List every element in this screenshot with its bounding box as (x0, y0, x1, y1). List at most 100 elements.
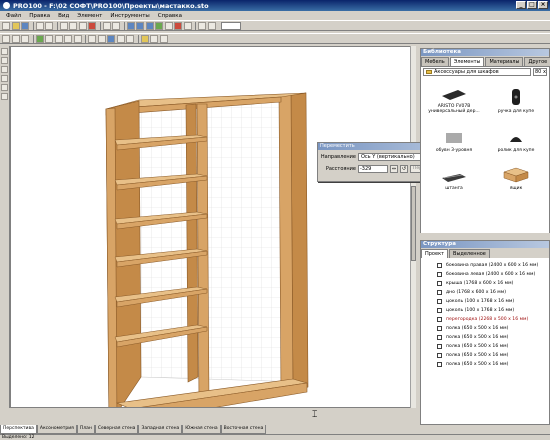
structure-item[interactable]: полка (650 x 500 x 16 мм) (421, 360, 549, 369)
visibility-checkbox[interactable] (437, 335, 442, 340)
align-right-icon[interactable] (54, 34, 63, 43)
library-item-shoe-rack[interactable]: обувн 3-уровня (423, 116, 485, 154)
menu-tools[interactable]: Инструменты (106, 13, 153, 19)
tab-plan[interactable]: План (76, 425, 95, 434)
tab-east-wall[interactable]: Восточная стена (220, 425, 267, 434)
minimize-button[interactable]: _ (516, 1, 526, 9)
structure-item[interactable]: крыша (1768 x 600 x 16 мм) (421, 279, 549, 288)
zoom-in-icon[interactable] (198, 21, 206, 30)
zoom-level-input[interactable] (221, 21, 241, 30)
new-file-icon[interactable] (2, 21, 10, 30)
wireframe-icon[interactable] (164, 21, 173, 30)
thumbnail-size-select[interactable]: 80 x (533, 67, 547, 76)
align-top-icon[interactable] (64, 34, 72, 43)
hand-tool-icon[interactable] (1, 57, 8, 64)
view-front-icon[interactable] (126, 21, 135, 30)
open-folder-icon[interactable] (11, 21, 20, 30)
menu-element[interactable]: Элемент (73, 13, 106, 19)
redo-icon[interactable] (112, 21, 120, 30)
structure-item[interactable]: боковина правая (2400 x 600 x 16 мм) (421, 261, 549, 270)
library-item-drawer[interactable]: ящик (485, 155, 547, 193)
menu-view[interactable]: Вид (54, 13, 73, 19)
tab-perspective[interactable]: Перспектива (0, 425, 37, 434)
viewport-scrollbar[interactable] (410, 46, 416, 408)
tab-north-wall[interactable]: Северная стена (94, 425, 139, 434)
library-item-roller[interactable]: ролик для купе (485, 116, 547, 154)
print-preview-icon[interactable] (45, 21, 53, 30)
walk-tool-icon[interactable] (1, 84, 8, 91)
tab-other[interactable]: Другое (524, 57, 550, 66)
shadow-icon[interactable] (183, 21, 192, 30)
measure-distance-icon[interactable]: ⇔ (390, 165, 398, 173)
zoom-tool-icon[interactable] (1, 75, 8, 82)
pointer-tool-icon[interactable] (1, 48, 8, 55)
structure-item[interactable]: цоколь (100 x 1768 x 16 мм) (421, 306, 549, 315)
tab-axonometry[interactable]: Аксонометрия (36, 425, 77, 434)
visibility-checkbox[interactable] (437, 281, 442, 286)
material-icon[interactable] (140, 34, 149, 43)
wardrobe-model[interactable] (11, 47, 416, 408)
tab-project[interactable]: Проект (421, 249, 449, 258)
visibility-checkbox[interactable] (437, 344, 442, 349)
tab-materials[interactable]: Материалы (485, 57, 524, 66)
visibility-checkbox[interactable] (437, 308, 442, 313)
close-button[interactable]: × (538, 1, 548, 9)
3d-viewport[interactable] (10, 46, 416, 408)
visibility-checkbox[interactable] (437, 317, 442, 322)
dimension-icon[interactable] (126, 34, 134, 43)
light-tool-icon[interactable] (1, 93, 8, 100)
align-bottom-icon[interactable] (73, 34, 82, 43)
rotate-icon[interactable] (21, 34, 29, 43)
structure-item[interactable]: полка (650 x 500 x 16 мм) (421, 324, 549, 333)
distance-input[interactable]: -329 (358, 165, 388, 173)
measure-icon[interactable] (116, 34, 125, 43)
add-panel-icon[interactable] (35, 34, 44, 43)
select-icon[interactable] (2, 34, 10, 43)
group-icon[interactable] (88, 34, 96, 43)
menu-file[interactable]: Файл (2, 13, 25, 19)
visibility-checkbox[interactable] (437, 299, 442, 304)
menu-edit[interactable]: Правка (25, 13, 54, 19)
reset-icon[interactable]: ↺ (400, 165, 408, 173)
visibility-checkbox[interactable] (437, 362, 442, 367)
paste-icon[interactable] (78, 21, 87, 30)
texture-icon[interactable] (174, 21, 182, 30)
visibility-checkbox[interactable] (437, 272, 442, 277)
maximize-button[interactable]: □ (527, 1, 537, 9)
structure-item[interactable]: цоколь (100 x 1768 x 16 мм) (421, 297, 549, 306)
delete-icon[interactable] (88, 21, 96, 30)
library-item-tray[interactable]: ARISTO FV07B универсальный дер... (423, 78, 485, 116)
menu-help[interactable]: Справка (154, 13, 186, 19)
align-left-icon[interactable] (45, 34, 53, 43)
tab-elements[interactable]: Элементы (449, 57, 485, 66)
visibility-checkbox[interactable] (437, 353, 442, 358)
structure-item[interactable]: полка (650 x 500 x 16 мм) (421, 351, 549, 360)
library-item-rod[interactable]: штанга (423, 155, 485, 193)
structure-item[interactable]: боковина левая (2400 x 600 x 16 мм) (421, 270, 549, 279)
view-side-icon[interactable] (145, 21, 154, 30)
tab-south-wall[interactable]: Южная стена (182, 425, 221, 434)
structure-item[interactable]: дно (1768 x 600 x 16 мм) (421, 288, 549, 297)
visibility-checkbox[interactable] (437, 290, 442, 295)
mirror-icon[interactable] (107, 34, 115, 43)
view-top-icon[interactable] (136, 21, 144, 30)
hardware-icon[interactable] (150, 34, 158, 43)
tab-west-wall[interactable]: Западная стена (138, 425, 183, 434)
undo-icon[interactable] (102, 21, 111, 30)
tab-furniture[interactable]: Мебель (421, 57, 449, 66)
structure-item-selected[interactable]: перегородка (2268 x 500 x 16 мм) (421, 315, 549, 324)
library-folder-select[interactable]: Аксессуары для шкафов (423, 67, 531, 76)
structure-item[interactable]: полка (650 x 500 x 16 мм) (421, 333, 549, 342)
properties-icon[interactable] (159, 34, 168, 43)
copy-icon[interactable] (69, 21, 77, 30)
visibility-checkbox[interactable] (437, 326, 442, 331)
structure-item[interactable]: полка (650 x 500 x 16 мм) (421, 342, 549, 351)
move-icon[interactable] (11, 34, 20, 43)
cut-icon[interactable] (59, 21, 68, 30)
zoom-out-icon[interactable] (207, 21, 216, 30)
orbit-tool-icon[interactable] (1, 66, 8, 73)
print-icon[interactable] (35, 21, 44, 30)
render-icon[interactable] (155, 21, 163, 30)
tab-selected[interactable]: Выделенное (449, 249, 490, 258)
ungroup-icon[interactable] (97, 34, 106, 43)
